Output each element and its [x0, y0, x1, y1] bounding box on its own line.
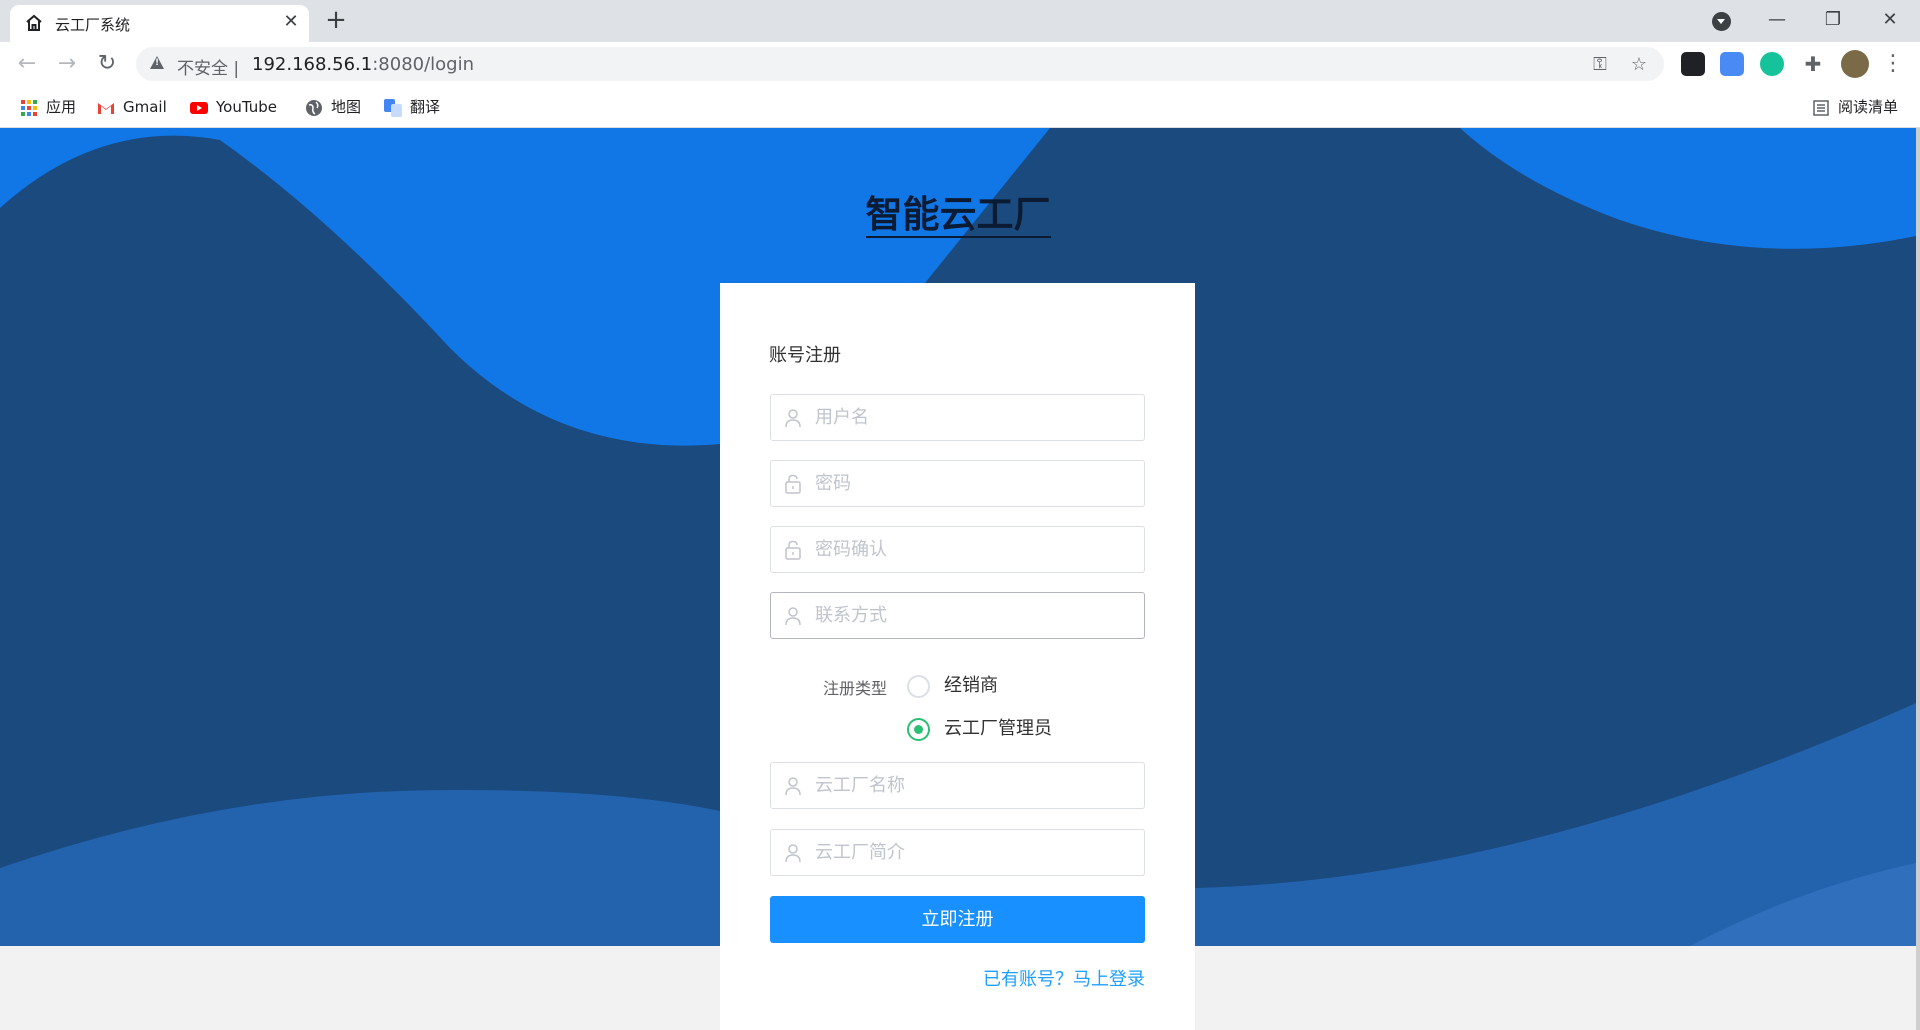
contact-input[interactable] [815, 593, 1135, 638]
new-tab-button[interactable]: + [322, 6, 350, 34]
star-icon[interactable]: ☆ [1627, 53, 1651, 77]
register-card: 账号注册 用户名 联系方式 注册类型 经销商 云工厂管理员 云工厂名称 云工厂简… [720, 283, 1195, 1030]
reading-list-label: 阅读清单 [1838, 98, 1899, 116]
radio-circle[interactable] [907, 718, 930, 741]
factory-intro-input[interactable] [815, 830, 1135, 875]
bookmark-apps[interactable]: 应用 [20, 96, 76, 118]
bookmark-label: YouTube [216, 98, 277, 116]
window-close-icon[interactable]: ✕ [1874, 6, 1906, 34]
tab-search-icon[interactable] [1712, 12, 1731, 31]
register-button[interactable]: 立即注册 [770, 896, 1145, 943]
tab-strip: 云工厂系统 ✕ + — ❐ ✕ [0, 0, 1920, 42]
username-field[interactable] [770, 394, 1145, 441]
tab-close-icon[interactable]: ✕ [280, 11, 302, 33]
user-icon [785, 844, 801, 863]
avatar[interactable] [1841, 50, 1869, 78]
site-title: 智能云工厂 [865, 193, 1051, 238]
bookmark-youtube[interactable]: YouTube [190, 96, 277, 118]
minimize-icon[interactable]: — [1761, 6, 1793, 34]
forward-icon[interactable]: → [51, 48, 83, 80]
bookmarks-bar: 应用 Gmail YouTube 地图 翻译 阅读清单 [0, 86, 1920, 128]
bookmark-maps[interactable]: 地图 [305, 96, 361, 118]
username-input[interactable] [815, 395, 1135, 440]
translate-extension-icon[interactable] [1720, 52, 1744, 76]
security-label[interactable]: 不安全 | [177, 54, 239, 79]
reload-icon[interactable]: ↻ [91, 48, 123, 80]
password-field[interactable] [770, 460, 1145, 507]
bookmark-translate[interactable]: 翻译 [384, 96, 440, 118]
login-link[interactable]: 已有账号？马上登录 [983, 965, 1145, 991]
active-tab[interactable]: 云工厂系统 ✕ [10, 5, 309, 42]
menu-icon[interactable]: ⋮ [1877, 48, 1909, 80]
back-icon[interactable]: ← [11, 48, 43, 80]
user-icon [785, 777, 801, 796]
tab-title: 云工厂系统 [55, 16, 131, 34]
bookmark-label: Gmail [123, 98, 167, 116]
scrollbar[interactable] [1916, 128, 1920, 1030]
browser-toolbar: ← → ↻ 不安全 | 192.168.56.1:8080/login ⚿ ☆ … [0, 42, 1920, 86]
contact-field[interactable] [770, 592, 1145, 639]
globe-icon [306, 99, 322, 116]
bookmark-label: 应用 [46, 98, 77, 116]
password-input[interactable] [815, 461, 1135, 506]
puzzle-icon[interactable]: ✚ [1797, 48, 1829, 80]
page-content: 智能云工厂 账号注册 用户名 联系方式 注册类型 经销商 云工厂管理员 云工厂名… [0, 128, 1916, 1030]
youtube-icon [190, 101, 208, 114]
bookmark-label: 地图 [331, 98, 362, 116]
form-title: 账号注册 [769, 345, 841, 366]
extension-icon[interactable] [1681, 52, 1705, 76]
radio-label: 云工厂管理员 [944, 718, 1052, 739]
radio-label: 经销商 [944, 675, 998, 696]
password-confirm-input[interactable] [815, 527, 1135, 572]
reading-list[interactable]: 阅读清单 [1812, 96, 1898, 118]
translate-icon [384, 98, 402, 117]
restore-icon[interactable]: ❐ [1817, 6, 1849, 34]
user-icon [785, 409, 801, 428]
apps-grid-icon [21, 99, 37, 116]
lock-icon [785, 540, 801, 560]
reading-list-icon [1813, 99, 1829, 116]
warning-icon [150, 56, 164, 69]
bookmark-label: 翻译 [410, 98, 441, 116]
key-icon[interactable]: ⚿ [1588, 53, 1612, 77]
user-icon [785, 607, 801, 626]
password-confirm-field[interactable] [770, 526, 1145, 573]
bookmark-gmail[interactable]: Gmail [97, 96, 167, 118]
home-icon [26, 14, 42, 31]
grammarly-icon[interactable] [1760, 52, 1784, 76]
radio-circle[interactable] [907, 675, 930, 698]
register-type-label: 注册类型 [823, 679, 888, 698]
address-bar[interactable]: 不安全 | 192.168.56.1:8080/login ⚿ ☆ [136, 47, 1664, 81]
url-text[interactable]: 192.168.56.1:8080/login [252, 54, 474, 75]
factory-intro-field[interactable] [770, 829, 1145, 876]
factory-name-field[interactable] [770, 762, 1145, 809]
factory-name-input[interactable] [815, 763, 1135, 808]
lock-icon [785, 474, 801, 494]
gmail-icon [98, 102, 114, 114]
